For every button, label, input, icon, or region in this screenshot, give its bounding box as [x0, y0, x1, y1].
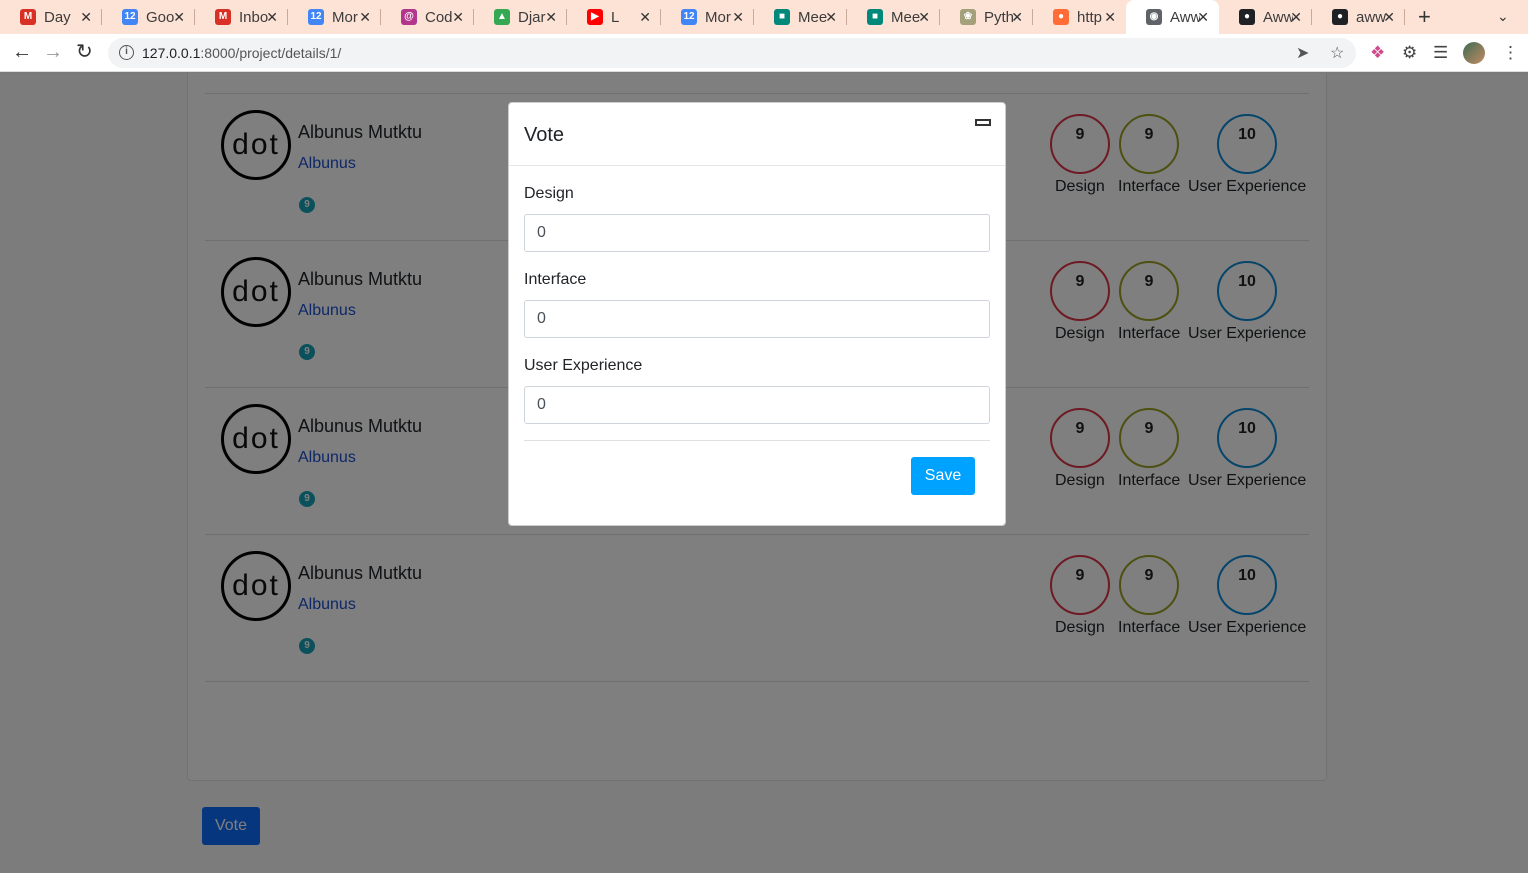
tab-close-icon[interactable]: ✕: [1011, 9, 1023, 26]
forward-arrow-icon[interactable]: →: [43, 41, 63, 63]
browser-tab[interactable]: M Inbo ✕: [195, 0, 288, 34]
tab-close-icon[interactable]: ✕: [266, 9, 278, 26]
tab-close-icon[interactable]: ✕: [359, 9, 371, 26]
browser-tab[interactable]: 12 Mor ✕: [288, 0, 381, 34]
gmail-icon: M: [215, 9, 231, 25]
browser-tab[interactable]: ● Aww ✕: [1219, 0, 1312, 34]
browser-tab[interactable]: ● aww ✕: [1312, 0, 1405, 34]
save-button[interactable]: Save: [911, 457, 975, 495]
tab-close-icon[interactable]: ✕: [80, 9, 92, 26]
media-queue-icon[interactable]: ☰: [1433, 43, 1448, 63]
browser-tab-label: Cod: [425, 8, 453, 26]
browser-tab[interactable]: 12 Mor ✕: [661, 0, 754, 34]
browser-tab-label: Inbo: [239, 8, 269, 26]
address-bar[interactable]: i 127.0.0.1:8000/project/details/1/ ➤ ☆: [108, 38, 1356, 68]
postman-icon: ●: [1053, 9, 1069, 25]
tab-close-icon[interactable]: ✕: [825, 9, 837, 26]
browser-tab[interactable]: M Day ✕: [0, 0, 102, 34]
browser-tab-label: Pyth: [984, 8, 1014, 26]
browser-tab[interactable]: ▶ L ✕: [567, 0, 661, 34]
interface-label: Interface: [524, 271, 587, 288]
modal-title: Vote: [524, 124, 565, 146]
calendar-icon: 12: [681, 9, 697, 25]
tab-close-icon[interactable]: ✕: [1290, 9, 1302, 26]
interface-input[interactable]: [524, 300, 990, 338]
github-icon: ●: [1239, 9, 1255, 25]
tab-close-icon[interactable]: ✕: [173, 9, 185, 26]
tab-close-icon[interactable]: ✕: [732, 9, 744, 26]
github-icon: ●: [1332, 9, 1348, 25]
meet-icon: ■: [774, 9, 790, 25]
codewars-icon: @: [401, 9, 417, 25]
browser-tab-label: Mee: [798, 8, 828, 26]
tab-close-icon[interactable]: ✕: [918, 9, 930, 26]
browser-tab-label: Aww: [1170, 8, 1200, 26]
tab-close-icon[interactable]: ✕: [1383, 9, 1395, 26]
url-text: 127.0.0.1:8000/project/details/1/: [142, 45, 342, 61]
browser-tab-label: Goo: [146, 8, 175, 26]
reload-icon[interactable]: ↻: [76, 41, 93, 63]
browser-tab-label: L: [611, 8, 620, 26]
modal-divider: [524, 440, 990, 441]
profile-avatar[interactable]: [1463, 42, 1485, 64]
browser-tab[interactable]: ■ Mee ✕: [754, 0, 847, 34]
browser-tab-label: Aww: [1263, 8, 1293, 26]
browser-tab-label: aww: [1356, 8, 1386, 26]
browser-tab-label: Day: [44, 8, 71, 26]
browser-tab[interactable]: ■ Mee ✕: [847, 0, 940, 34]
browser-tab[interactable]: ▲ Djar ✕: [474, 0, 567, 34]
gmail-icon: M: [20, 9, 36, 25]
design-input[interactable]: [524, 214, 990, 252]
youtube-icon: ▶: [587, 9, 603, 25]
drive-icon: ▲: [494, 9, 510, 25]
browser-tab[interactable]: ◉ Aww ✕: [1126, 0, 1219, 34]
meet-icon: ■: [867, 9, 883, 25]
tab-close-icon[interactable]: ✕: [1197, 9, 1209, 26]
tab-strip: + ⌄ M Day ✕ 12 Goo ✕ M Inbo ✕ 12 Mor ✕ @ Cod ✕ ▲ Djar ✕ ▶ L…: [0, 0, 1528, 34]
browser-tab[interactable]: ❀ Pyth ✕: [940, 0, 1033, 34]
extension-icon[interactable]: ❖: [1370, 43, 1385, 63]
browser-toolbar: ← → ↻ i 127.0.0.1:8000/project/details/1…: [0, 34, 1528, 72]
user-experience-input[interactable]: [524, 386, 990, 424]
modal-header: Vote: [509, 103, 1005, 166]
globe-icon: ◉: [1146, 9, 1162, 25]
send-icon[interactable]: ➤: [1296, 43, 1309, 63]
site-info-icon[interactable]: i: [119, 45, 134, 60]
browser-tab[interactable]: ● http ✕: [1033, 0, 1126, 34]
calendar-icon: 12: [308, 9, 324, 25]
new-tab-button[interactable]: +: [1418, 4, 1431, 30]
calendar-icon: 12: [122, 9, 138, 25]
back-arrow-icon[interactable]: ←: [12, 41, 32, 63]
tab-close-icon[interactable]: ✕: [545, 9, 557, 26]
bookmark-star-icon[interactable]: ☆: [1330, 43, 1344, 63]
tab-search-chevron-icon[interactable]: ⌄: [1497, 8, 1509, 25]
tab-close-icon[interactable]: ✕: [639, 9, 651, 26]
browser-tab[interactable]: @ Cod ✕: [381, 0, 474, 34]
vote-modal: Vote Design Interface User Experience Sa…: [508, 102, 1006, 526]
close-icon[interactable]: [975, 119, 991, 126]
browser-tab-label: Mor: [705, 8, 731, 26]
tab-close-icon[interactable]: ✕: [1104, 9, 1116, 26]
browser-tab-label: Mor: [332, 8, 358, 26]
browser-tab-label: Mee: [891, 8, 921, 26]
menu-kebab-icon[interactable]: ⋮: [1502, 43, 1519, 63]
puzzle-extensions-icon[interactable]: ⚙: [1402, 43, 1417, 63]
browser-tab-label: Djar: [518, 8, 546, 26]
python-icon: ❀: [960, 9, 976, 25]
user-experience-label: User Experience: [524, 357, 643, 374]
tab-close-icon[interactable]: ✕: [452, 9, 464, 26]
design-label: Design: [524, 185, 574, 202]
browser-tab-label: http: [1077, 8, 1103, 26]
browser-tab[interactable]: 12 Goo ✕: [102, 0, 195, 34]
